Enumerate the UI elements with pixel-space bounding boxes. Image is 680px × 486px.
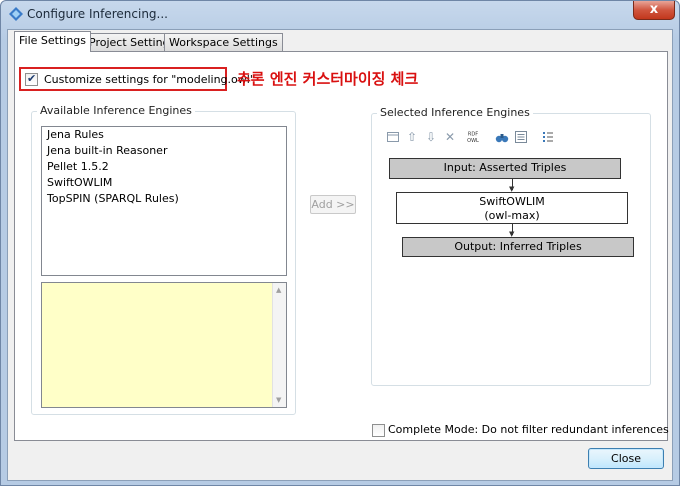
add-engine-button[interactable]: Add >> <box>310 195 356 214</box>
engine-name: SwiftOWLIM <box>479 195 545 208</box>
available-engines-label: Available Inference Engines <box>37 104 195 117</box>
binoculars-icon[interactable] <box>495 130 509 144</box>
available-engines-group: Available Inference Engines Jena Rules J… <box>31 104 296 415</box>
dialog-client-area: File Settings Project Settings Workspace… <box>7 29 673 481</box>
title-bar[interactable]: Configure Inferencing... x <box>1 1 679 29</box>
engine-mode: (owl-max) <box>484 209 540 222</box>
list-item[interactable]: Jena Rules <box>42 127 286 143</box>
pipeline-output-box: Output: Inferred Triples <box>402 237 634 257</box>
arrow-up-icon[interactable]: ⇧ <box>405 130 419 144</box>
pipeline-input-box: Input: Asserted Triples <box>389 158 621 179</box>
pipeline-engine-box[interactable]: SwiftOWLIM (owl-max) <box>396 192 628 224</box>
list-item[interactable]: Jena built-in Reasoner <box>42 143 286 159</box>
scroll-down-icon[interactable]: ▼ <box>276 396 281 404</box>
checkmark-icon: ✔ <box>27 72 37 85</box>
selected-engines-label: Selected Inference Engines <box>377 106 533 119</box>
tab-workspace-settings[interactable]: Workspace Settings <box>164 33 283 51</box>
tab-file-settings[interactable]: File Settings <box>14 31 92 52</box>
configure-inferencing-dialog: Configure Inferencing... x File Settings… <box>0 0 680 486</box>
remove-icon[interactable]: ✕ <box>443 130 457 144</box>
available-engines-list[interactable]: Jena Rules Jena built-in Reasoner Pellet… <box>41 126 287 276</box>
list-item[interactable]: SwiftOWLIM <box>42 175 286 191</box>
list-item[interactable]: Pellet 1.5.2 <box>42 159 286 175</box>
arrow-down-icon[interactable]: ⇩ <box>424 130 438 144</box>
rdf-owl-icon[interactable]: RDF OWL <box>466 130 480 145</box>
complete-mode-label[interactable]: Complete Mode: Do not filter redundant i… <box>388 423 669 436</box>
customize-label[interactable]: Customize settings for "modeling.owl" <box>44 73 255 86</box>
list-item[interactable]: TopSPIN (SPARQL Rules) <box>42 191 286 207</box>
properties-icon[interactable] <box>514 130 528 144</box>
customize-highlight-box: ✔ Customize settings for "modeling.owl" <box>19 67 255 91</box>
selected-engines-group: Selected Inference Engines ⇧ ⇩ ✕ RDF OWL <box>371 106 651 386</box>
window-title: Configure Inferencing... <box>27 7 168 21</box>
app-icon <box>9 7 23 21</box>
customize-checkbox[interactable]: ✔ <box>25 72 38 86</box>
complete-mode-checkbox[interactable] <box>372 424 385 437</box>
korean-annotation: 추론 엔진 커스터마이징 체크 <box>237 70 419 88</box>
frame-icon[interactable] <box>386 130 400 144</box>
list-icon[interactable] <box>541 130 555 144</box>
description-scrollbar[interactable]: ▲ ▼ <box>272 283 286 407</box>
rdf-text: RDF <box>468 132 478 138</box>
engine-description-area[interactable]: ▲ ▼ <box>41 282 287 408</box>
close-button[interactable]: Close <box>588 448 664 469</box>
owl-text: OWL <box>467 138 479 144</box>
file-settings-panel: ✔ Customize settings for "modeling.owl" … <box>14 51 669 441</box>
scroll-up-icon[interactable]: ▲ <box>276 286 281 294</box>
window-close-button[interactable]: x <box>633 1 675 20</box>
